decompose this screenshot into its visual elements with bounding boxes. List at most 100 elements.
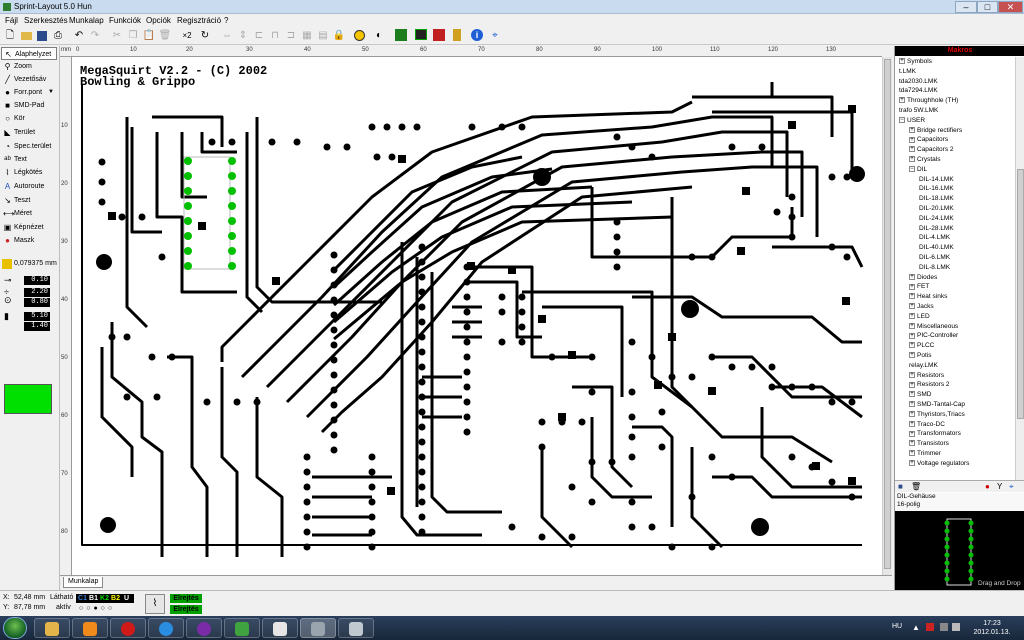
taskbar-app-tools[interactable]: [338, 618, 374, 638]
selected-dil16-component[interactable]: [183, 156, 236, 270]
pad-inner-value[interactable]: 0.80: [24, 298, 50, 307]
tool-mask[interactable]: ● Maszk: [1, 234, 57, 247]
mirror-h-icon[interactable]: ⇔: [220, 29, 234, 43]
collapse-icon[interactable]: −: [909, 166, 915, 173]
tool-track[interactable]: ╱ Vezetősáv: [1, 73, 57, 86]
ungroup-icon[interactable]: ▤: [316, 29, 330, 43]
tab-worksheet[interactable]: Munkalap: [63, 577, 104, 588]
tray-up-arrow-icon[interactable]: ▲: [912, 623, 920, 632]
expand-icon[interactable]: +: [909, 420, 915, 427]
tool-zoom[interactable]: ⚲ Zoom: [1, 60, 57, 73]
expand-icon[interactable]: +: [909, 322, 915, 329]
tool-autoroute[interactable]: A Autoroute: [1, 180, 57, 193]
macro-tree-item[interactable]: − DIL: [909, 165, 927, 175]
expand-icon[interactable]: +: [909, 293, 915, 300]
airwire-toggle-icon[interactable]: ⌇: [145, 594, 165, 614]
macro-tree-item[interactable]: + Resistors 2: [909, 380, 950, 390]
expand-icon[interactable]: +: [909, 352, 915, 359]
expand-icon[interactable]: +: [909, 450, 915, 457]
layer-b2-toggle[interactable]: B2: [110, 594, 121, 603]
expand-icon[interactable]: +: [909, 391, 915, 398]
lock-icon[interactable]: 🔒: [332, 29, 346, 43]
macro-filter-icon[interactable]: Y: [997, 482, 1002, 491]
active-layer-radios[interactable]: ○○●○○: [79, 605, 115, 612]
macro-tree-item[interactable]: − USER: [899, 116, 925, 126]
macro-tree-item[interactable]: + Diodes: [909, 273, 937, 283]
expand-icon[interactable]: +: [909, 136, 915, 143]
hide-badge-2[interactable]: Elrejtés: [170, 605, 202, 614]
expand-icon[interactable]: +: [909, 273, 915, 280]
macro-tree-item[interactable]: + Voltage regulators: [909, 459, 969, 469]
expand-icon[interactable]: +: [909, 430, 915, 437]
print-icon[interactable]: ⎙: [51, 29, 65, 43]
component-icon[interactable]: [450, 29, 464, 43]
layer-u-toggle[interactable]: U: [121, 594, 132, 603]
multiply-button[interactable]: ×2: [178, 29, 196, 43]
align-top-icon[interactable]: ⊓: [268, 29, 282, 43]
smd-width-value[interactable]: 5.10: [24, 312, 50, 321]
drc-icon[interactable]: [394, 29, 408, 43]
board-icon[interactable]: [414, 29, 428, 43]
macro-tree-item[interactable]: DIL-6.LMK: [919, 253, 950, 263]
expand-icon[interactable]: +: [909, 283, 915, 290]
macro-tree[interactable]: + Symbols t.LMK tda2030.LMK tda7294.LMK + Thro…: [895, 57, 1015, 480]
menu-options[interactable]: Opciók: [146, 15, 171, 26]
group-icon[interactable]: ▦: [300, 29, 314, 43]
macro-tree-item[interactable]: tda2030.LMK: [899, 77, 938, 87]
expand-icon[interactable]: +: [899, 97, 905, 104]
open-folder-icon[interactable]: [19, 29, 33, 43]
tool-airwire[interactable]: ⌇ Légkötés: [1, 166, 57, 179]
export-icon[interactable]: [432, 29, 446, 43]
macro-tree-item[interactable]: + Trimmer: [909, 449, 941, 459]
pcb-canvas[interactable]: MegaSquirt V2.2 - (C) 2002 Bowling & Gri…: [72, 57, 882, 575]
tool-select[interactable]: ↖ Alaphelyzet: [1, 47, 57, 60]
taskbar-mediaplayer[interactable]: [72, 618, 108, 638]
macro-settings-icon[interactable]: ⌖: [1009, 482, 1014, 492]
paste-icon[interactable]: 📋: [142, 29, 156, 43]
macro-tree-item[interactable]: + PLCC: [909, 341, 934, 351]
info-icon[interactable]: i: [470, 29, 484, 43]
macro-tree-item[interactable]: + Transformators: [909, 429, 961, 439]
rotate-icon[interactable]: ↻: [198, 29, 212, 43]
tray-flag-icon[interactable]: [926, 623, 934, 631]
zoom-tool-icon[interactable]: [352, 29, 366, 43]
macro-tree-item[interactable]: + Crystals: [909, 155, 940, 165]
collapse-icon[interactable]: −: [899, 117, 905, 124]
macro-tree-item[interactable]: + SMD-Tantal-Cap: [909, 400, 965, 410]
expand-icon[interactable]: +: [909, 156, 915, 163]
start-button[interactable]: [3, 617, 27, 639]
scrollbar-thumb[interactable]: [1017, 169, 1024, 419]
track-width-value[interactable]: 0.10: [24, 276, 50, 285]
menu-edit[interactable]: Szerkesztés: [24, 15, 68, 26]
save-macro-icon[interactable]: ■: [898, 482, 903, 491]
pcb-layout[interactable]: MegaSquirt V2.2 - (C) 2002 Bowling & Gri…: [72, 57, 882, 575]
expand-icon[interactable]: +: [909, 332, 915, 339]
layer-k2-toggle[interactable]: K2: [99, 594, 110, 603]
taskbar-paint[interactable]: [262, 618, 298, 638]
expand-icon[interactable]: +: [909, 371, 915, 378]
expand-icon[interactable]: +: [909, 401, 915, 408]
macro-tree-item[interactable]: DIL-24.LMK: [919, 214, 954, 224]
expand-icon[interactable]: +: [899, 58, 905, 65]
layer-color-swatch[interactable]: [4, 384, 52, 414]
expand-icon[interactable]: +: [909, 342, 915, 349]
scrollbar-thumb[interactable]: [884, 59, 891, 569]
macro-tree-item[interactable]: + Miscellaneous: [909, 322, 958, 332]
macro-tree-item[interactable]: + SMD: [909, 390, 931, 400]
macro-tree-item[interactable]: DIL-14.LMK: [919, 175, 954, 185]
macro-tree-item[interactable]: + Bridge rectifiers: [909, 126, 962, 136]
tool-photoview[interactable]: ▣ Képnézet: [1, 221, 57, 234]
language-indicator[interactable]: HU: [892, 623, 902, 630]
menu-functions[interactable]: Funkciók: [109, 15, 141, 26]
macro-tree-item[interactable]: relay.LMK: [909, 361, 938, 371]
macro-tree-item[interactable]: + Traco-DC: [909, 420, 945, 430]
tool-pad[interactable]: ● Forr.pont ▼: [1, 86, 57, 99]
macro-tree-item[interactable]: DIL-40.LMK: [919, 243, 954, 253]
close-button[interactable]: ✕: [998, 1, 1023, 13]
align-left-icon[interactable]: ⊏: [252, 29, 266, 43]
macro-tree-item[interactable]: + Transistors: [909, 439, 949, 449]
macro-tree-item[interactable]: + PIC-Controller: [909, 331, 958, 341]
macro-tree-item[interactable]: + Heat sinks: [909, 292, 947, 302]
layer-c1-toggle[interactable]: C1: [77, 594, 88, 603]
macro-tree-item[interactable]: tda7294.LMK: [899, 86, 938, 96]
